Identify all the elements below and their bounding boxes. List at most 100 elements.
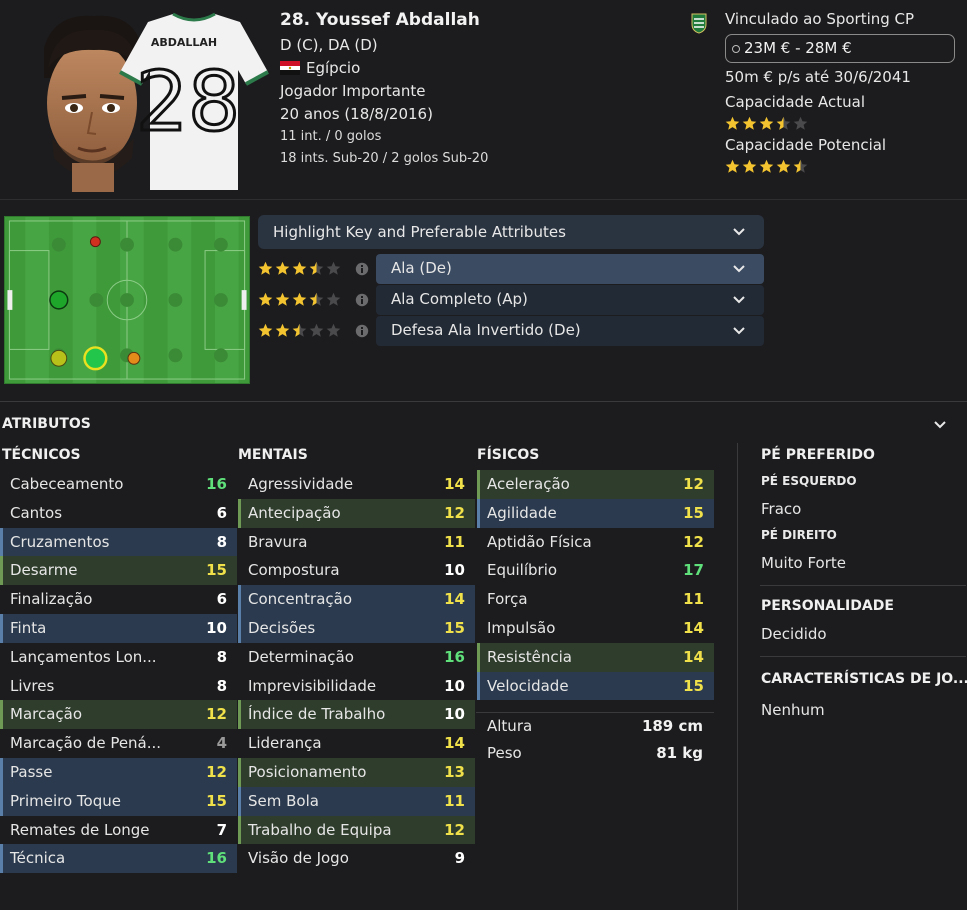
role-select-defesa-ala-invertido[interactable]: Defesa Ala Invertido (De) — [376, 316, 764, 346]
star-icon — [793, 116, 808, 130]
attribute-row[interactable]: Lançamentos Lon... 8 — [0, 643, 237, 672]
value-indicator-icon — [732, 45, 740, 53]
attribute-label: Técnica — [10, 849, 66, 868]
star-icon — [275, 323, 290, 337]
attribute-row[interactable]: Marcação de Pená... 4 — [0, 729, 237, 758]
attribute-label: Resistência — [487, 647, 572, 666]
potential-ability-label: Capacidade Potencial — [725, 136, 887, 154]
attribute-row[interactable]: Determinação 16 — [238, 643, 475, 672]
attribute-row[interactable]: Impulsão 14 — [477, 614, 714, 643]
attribute-row[interactable]: Concentração 14 — [238, 585, 475, 614]
position-pitch[interactable] — [4, 216, 250, 384]
attribute-value: 12 — [683, 532, 704, 551]
attribute-label: Finta — [10, 618, 47, 637]
star-icon — [258, 261, 273, 275]
chevron-down-icon — [733, 327, 745, 335]
attribute-row[interactable]: Resistência 14 — [477, 642, 714, 672]
sporting-logo-icon[interactable] — [690, 12, 708, 34]
left-foot-value: Fraco — [761, 500, 802, 518]
attribute-value: 9 — [454, 849, 465, 868]
attribute-row[interactable]: Índice de Trabalho 10 — [238, 700, 475, 730]
technical-title: TÉCNICOS — [2, 447, 81, 463]
attribute-row[interactable]: Equilíbrio 17 — [477, 556, 714, 585]
attribute-row[interactable]: Finalização 6 — [0, 585, 237, 614]
role-select-ala[interactable]: Ala (De) — [376, 254, 764, 284]
attribute-value: 12 — [683, 475, 704, 493]
attribute-row[interactable]: Aptidão Física 12 — [477, 528, 714, 557]
attribute-row[interactable]: Técnica 16 — [0, 844, 237, 874]
attribute-value: 14 — [444, 475, 465, 493]
star-icon — [275, 292, 290, 306]
right-foot-label: PÉ DIREITO — [761, 528, 837, 542]
attribute-row[interactable]: Cabeceamento 16 — [0, 470, 237, 499]
attribute-value: 11 — [444, 791, 465, 810]
attribute-row[interactable]: Velocidade 15 — [477, 671, 714, 701]
attribute-row[interactable]: Cantos 6 — [0, 499, 237, 528]
attribute-row[interactable]: Compostura 10 — [238, 556, 475, 585]
attribute-row[interactable]: Liderança 14 — [238, 729, 475, 758]
star-icon — [292, 261, 307, 275]
attribute-label: Decisões — [248, 618, 316, 637]
potential-ability-stars — [725, 159, 810, 178]
attribute-row[interactable]: Bravura 11 — [238, 528, 475, 557]
attribute-label: Imprevisibilidade — [248, 676, 377, 695]
attribute-label: Cantos — [10, 503, 63, 522]
transfer-value[interactable]: 23M € - 28M € — [725, 34, 955, 63]
traits-title[interactable]: CARACTERÍSTICAS DE JO... — [761, 671, 967, 701]
attribute-row[interactable]: Posicionamento 13 — [238, 757, 475, 787]
attribute-label: Cruzamentos — [10, 532, 110, 551]
attribute-label: Primeiro Toque — [10, 791, 121, 810]
attribute-row[interactable]: Livres 8 — [0, 672, 237, 701]
wage-contract: 50m € p/s até 30/6/2041 — [725, 68, 911, 86]
attribute-row[interactable]: Finta 10 — [0, 613, 237, 643]
star-icon — [776, 159, 791, 173]
attribute-row[interactable]: Passe 12 — [0, 757, 237, 787]
star-icon — [776, 116, 791, 130]
contract-club[interactable]: Vinculado ao Sporting CP — [725, 10, 914, 28]
height-value: 189 cm — [641, 717, 703, 735]
attribute-label: Aptidão Física — [487, 532, 592, 551]
attribute-row[interactable]: Visão de Jogo 9 — [238, 844, 475, 873]
attribute-label: Liderança — [248, 734, 322, 753]
mental-attributes: Agressividade 14 Antecipação 12 Bravura 11 Com… — [238, 470, 475, 873]
attribute-row[interactable]: Primeiro Toque 15 — [0, 786, 237, 816]
attribute-row[interactable]: Decisões 15 — [238, 613, 475, 643]
attribute-row[interactable]: Antecipação 12 — [238, 498, 475, 528]
role-select-ala-completo[interactable]: Ala Completo (Ap) — [376, 285, 764, 315]
attribute-value: 6 — [216, 503, 227, 522]
attribute-row[interactable]: Cruzamentos 8 — [0, 527, 237, 557]
star-icon — [326, 261, 341, 275]
player-age: 20 anos (18/8/2016) — [280, 105, 433, 123]
attribute-value: 13 — [444, 762, 465, 781]
attribute-row[interactable]: Força 11 — [477, 585, 714, 614]
attribute-row[interactable]: Marcação 12 — [0, 700, 237, 730]
physical-attributes: Aceleração 12 Agilidade 15 Aptidão Física 12 E… — [477, 470, 714, 701]
position-marker-dl — [49, 290, 69, 310]
shirt-name: ABDALLAH — [151, 36, 217, 49]
attribute-label: Marcação de Pená... — [10, 734, 162, 753]
attribute-value: 8 — [216, 676, 227, 695]
chevron-down-icon[interactable] — [934, 421, 946, 429]
side-panel: PÉ PREFERIDO PÉ ESQUERDO Fraco PÉ DIREIT… — [760, 447, 967, 719]
attribute-row[interactable]: Sem Bola 11 — [238, 786, 475, 816]
chevron-down-icon — [733, 296, 745, 304]
attribute-row[interactable]: Aceleração 12 — [477, 470, 714, 499]
player-squad-status: Jogador Importante — [280, 82, 426, 100]
attribute-row[interactable]: Trabalho de Equipa 12 — [238, 815, 475, 845]
info-icon[interactable] — [355, 293, 369, 307]
attribute-row[interactable]: Desarme 15 — [0, 556, 237, 586]
attribute-row[interactable]: Remates de Longe 7 — [0, 816, 237, 845]
player-nationality[interactable]: Egípcio — [280, 57, 488, 80]
attribute-label: Cabeceamento — [10, 475, 124, 493]
attribute-label: Posicionamento — [248, 762, 367, 781]
attribute-value: 14 — [683, 647, 704, 666]
attribute-value: 14 — [444, 734, 465, 753]
highlight-key-dropdown[interactable]: Highlight Key and Preferable Attributes — [258, 215, 764, 249]
attribute-label: Remates de Longe — [10, 820, 150, 839]
technical-attributes: Cabeceamento 16 Cantos 6 Cruzamentos 8 Desarme… — [0, 470, 237, 874]
attribute-row[interactable]: Agilidade 15 — [477, 498, 714, 528]
attribute-row[interactable]: Agressividade 14 — [238, 470, 475, 499]
info-icon[interactable] — [355, 262, 369, 276]
info-icon[interactable] — [355, 324, 369, 338]
attribute-row[interactable]: Imprevisibilidade 10 — [238, 672, 475, 701]
